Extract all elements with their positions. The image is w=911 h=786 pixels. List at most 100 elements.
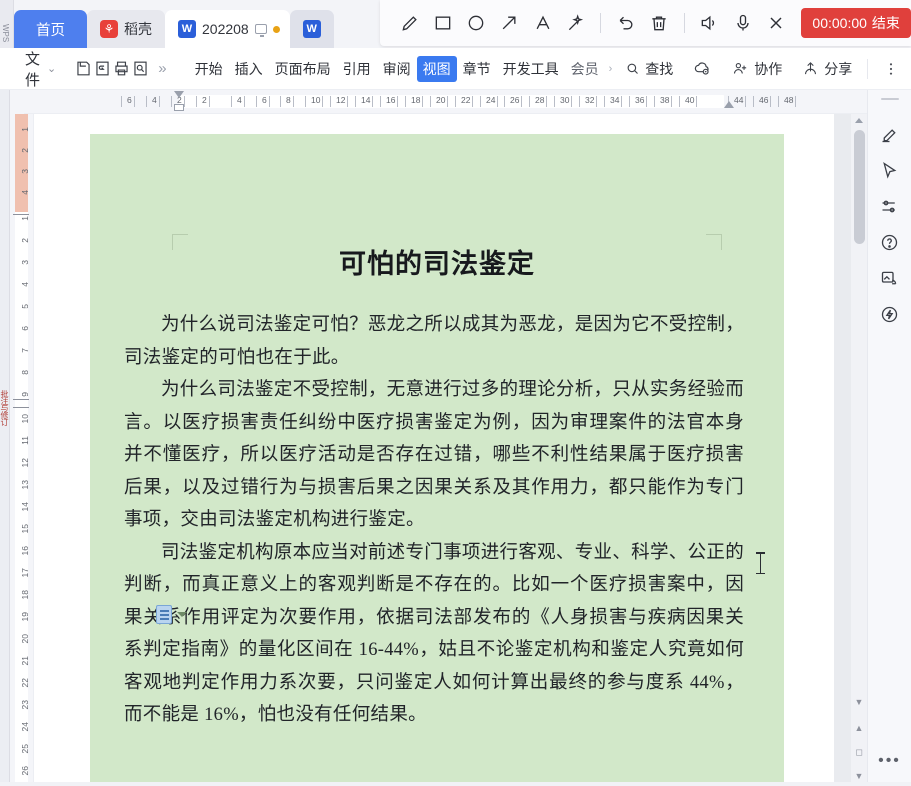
ruler-tick-label: 44 [734,95,744,105]
trash-icon[interactable] [644,6,675,40]
scroll-down-arrow[interactable]: ▼ [853,696,865,708]
revision-pane-tab[interactable]: 批注与修订 [0,90,10,786]
top-margin-marker[interactable] [13,214,29,215]
tab-daoke[interactable]: ⚘ 稻壳 [87,10,165,48]
chevron-down-icon[interactable] [177,612,187,617]
tab-home-label: 首页 [36,22,65,39]
paste-options-button[interactable] [156,605,187,624]
ribbon-tab-page-layout[interactable]: 页面布局 [269,56,337,82]
undo-icon[interactable] [93,55,112,83]
next-page-button[interactable]: ▼ [853,770,865,782]
ruler-tick [521,96,522,107]
toolbar-divider [683,13,685,33]
tab-daoke-label: 稻壳 [124,21,152,37]
rectangle-icon[interactable] [427,6,458,40]
page-content-area[interactable]: 可怕的司法鉴定 为什么说司法鉴定可怕？恶龙之所以成其为恶龙，是因为它不受控制，司… [90,134,784,786]
ruler-tick-label: 1 [20,216,30,221]
divider [867,58,869,79]
prev-page-button[interactable]: ▲ [853,722,865,734]
cursor-select-icon[interactable] [875,154,905,186]
tab-document-label: 202208 [202,21,249,37]
print-icon[interactable] [112,55,131,83]
ruler-tick [269,96,270,107]
ruler-tick-label: 5 [20,304,30,309]
ribbon-tab-chapter[interactable]: 章节 [457,56,497,82]
ruler-tick [571,96,572,107]
ruler-tick [372,96,373,107]
magic-wand-icon[interactable] [560,6,591,40]
sidebar-more-button[interactable]: ••• [878,752,901,770]
ruler-tick [529,96,530,107]
tab-extra[interactable]: W [289,10,334,48]
paragraph-3: 司法鉴定机构原本应当对前述专门事项进行客观、专业、科学、公正的判断，而真正意义上… [124,542,744,726]
chevron-right-icon[interactable]: › [605,63,617,75]
horizontal-ruler[interactable]: 6 4 2 2 4 6 8 10 12 14 16 18 20 22 24 26 28 30 32 34 36 38 40 4… [24,90,911,114]
select-browse-object[interactable]: ◻ [853,746,865,758]
ribbon-tab-references[interactable]: 引用 [337,56,377,82]
status-bar [0,782,911,786]
document-canvas[interactable]: 可怕的司法鉴定 为什么说司法鉴定可怕？恶龙之所以成其为恶龙，是因为它不受控制，司… [34,114,867,786]
ruler-tick [671,96,672,107]
recording-stop-button[interactable]: 00:00:00 结束 [801,8,911,38]
daoke-icon: ⚘ [100,20,118,38]
ruler-tick [196,96,197,107]
cloud-sync-button[interactable] [684,55,721,82]
undo-icon[interactable] [610,6,641,40]
arrow-icon[interactable] [494,6,525,40]
ruler-tick-label: 1 [20,127,30,132]
ribbon-tab-member[interactable]: 会员 [565,56,605,82]
chevron-down-icon[interactable]: ⌄ [47,62,56,75]
image-tools-icon[interactable] [875,262,905,294]
ribbon-tab-review[interactable]: 审阅 [377,56,417,82]
sliders-settings-icon[interactable] [875,190,905,222]
ruler-tick [497,96,498,107]
paragraph-1: 为什么说司法鉴定可怕？恶龙之所以成其为恶龙，是因为它不受控制，司法鉴定的可怕也在… [124,315,744,368]
ruler-tick-label: 8 [20,370,30,375]
ribbon-tab-view[interactable]: 视图 [416,55,457,82]
margin-marker[interactable] [13,407,29,408]
ribbon-tab-insert[interactable]: 插入 [229,56,269,82]
document-body[interactable]: 为什么说司法鉴定可怕？恶龙之所以成其为恶龙，是因为它不受控制，司法鉴定的可怕也在… [124,309,744,732]
ruler-tick-label: 34 [610,95,620,105]
ruler-tick-label: 26 [510,95,520,105]
pen-icon[interactable] [394,6,425,40]
document-scrollbar[interactable]: ▼ ▲ ◻ ▼ [851,114,867,786]
print-preview-icon[interactable] [131,55,150,83]
document-page[interactable]: 可怕的司法鉴定 为什么说司法鉴定可怕？恶龙之所以成其为恶龙，是因为它不受控制，司… [34,114,834,786]
left-indent-marker[interactable] [174,104,184,111]
tab-home[interactable]: 首页 [14,10,87,48]
ruler-tick-label: 4 [152,95,157,105]
scroll-up-arrow[interactable] [855,118,863,123]
right-indent-marker[interactable] [724,101,734,108]
ruler-tick [256,96,257,107]
find-button[interactable]: 查找 [616,55,682,83]
paste-options-icon [156,605,172,624]
highlighter-icon[interactable] [875,118,905,150]
text-icon[interactable] [527,6,558,40]
scrollbar-thumb[interactable] [854,130,865,244]
ruler-tick-label: 2 [202,95,207,105]
more-vertical-icon[interactable] [874,57,908,81]
shield-bolt-icon[interactable] [875,298,905,330]
microphone-icon[interactable] [727,6,758,40]
ruler-tick-label: 18 [411,95,421,105]
vertical-ruler[interactable]: 4 3 2 1 1 2 3 4 5 6 7 8 9 10 11 12 13 14 15 16 17 18 19 20 21 22 2… [10,114,34,786]
ruler-tick-label: 20 [436,95,446,105]
quick-access-overflow[interactable]: » [150,60,174,77]
save-icon[interactable] [74,55,93,83]
ruler-tick-label: 20 [20,634,30,644]
ellipse-icon[interactable] [460,6,491,40]
margin-marker[interactable] [13,399,29,400]
ruler-tick [604,96,605,107]
speaker-icon[interactable] [694,6,725,40]
ribbon-tab-developer[interactable]: 开发工具 [497,56,565,82]
ribbon-tab-start[interactable]: 开始 [189,56,229,82]
help-circle-icon[interactable] [875,226,905,258]
ruler-tick [621,96,622,107]
tab-document-202208[interactable]: W 202208 [165,10,290,48]
share-button[interactable]: 分享 [793,55,861,83]
file-menu-button[interactable]: 文件 [25,48,40,90]
close-icon[interactable] [760,6,791,40]
ruler-tick [146,96,147,107]
collaborate-button[interactable]: 协作 [723,55,791,83]
